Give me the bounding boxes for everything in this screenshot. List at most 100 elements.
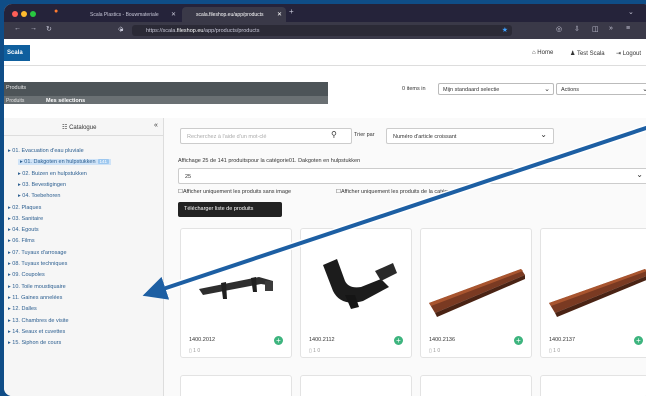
actions-dropdown[interactable]: Actions ⌄ xyxy=(556,83,646,95)
product-card[interactable] xyxy=(540,375,646,396)
close-tab-icon[interactable]: ✕ xyxy=(277,11,282,18)
sidebar-category-item[interactable]: ▸ 01. Dakgoten en hulpstukken 141 xyxy=(18,159,112,166)
close-window-icon[interactable] xyxy=(12,11,18,17)
product-card[interactable] xyxy=(180,375,292,396)
sidebar-category-label: 03. Sanitaire xyxy=(12,215,44,222)
url-domain: fileshop.eu xyxy=(176,28,204,34)
product-code: 1400.2112 xyxy=(309,337,335,343)
product-meta-value: 1 0 xyxy=(193,348,201,354)
home-link[interactable]: ⌂ Home xyxy=(532,50,553,56)
minimize-window-icon[interactable] xyxy=(21,11,27,17)
sidebar-category-label: 01. Evacuation d'eau pluviale xyxy=(12,148,84,154)
url-bar[interactable]: https://scala.fileshop.eu/app/products/p… xyxy=(132,25,512,36)
reload-icon[interactable]: ↻ xyxy=(46,25,52,33)
sidebar-category-item[interactable]: ▸ 04. Toebehoren xyxy=(18,193,60,199)
sidebar-category-label: 02. Plaques xyxy=(12,204,42,211)
app-header: Scala ⌂ Home ♟ Test Scala ⇥ Logout xyxy=(4,39,646,66)
sidebar-category-item[interactable]: ▸ 15. Siphon de cours xyxy=(8,340,61,346)
download-list-button[interactable]: Télécharger liste de produits xyxy=(178,202,282,217)
sidebar-category-item[interactable]: ▸ 10. Toile moustiquaire xyxy=(8,284,66,290)
product-image xyxy=(429,269,525,317)
sidebar-category-item[interactable]: ▸ 11. Gaines annelées xyxy=(8,295,62,301)
back-icon[interactable]: ← xyxy=(14,25,21,32)
sidebar-category-item[interactable]: ▸ 14. Seaux et cuvettes xyxy=(8,329,65,335)
document-icon: ▯ xyxy=(549,348,552,354)
sidebar-category-item[interactable]: ▸ 12. Dalles xyxy=(8,306,37,312)
selection-dropdown[interactable]: Mijn standaard selectie ⌄ xyxy=(438,83,554,95)
forward-icon[interactable]: → xyxy=(30,25,37,32)
checkbox-category[interactable]: ☐Afficher uniquement les produits de la … xyxy=(336,189,457,195)
maximize-window-icon[interactable] xyxy=(30,11,36,17)
lock-icon: 🔒︎ xyxy=(120,27,124,33)
extensions-icon[interactable]: ◫ xyxy=(592,25,599,33)
add-product-button[interactable]: + xyxy=(634,336,643,345)
product-card[interactable]: 1400.2136 ▯ 1 0 + xyxy=(420,228,532,358)
sidebar-category-item[interactable]: ▸ 03. Sanitaire xyxy=(8,216,43,222)
tab-list-icon[interactable]: ⌄ xyxy=(628,8,634,16)
product-meta: ▯ 1 0 xyxy=(549,348,560,354)
bookmark-star-icon[interactable]: ★ xyxy=(502,26,508,34)
product-meta: ▯ 1 0 xyxy=(189,348,200,354)
search-input[interactable]: Recherchez à l'aide d'un mot-clé xyxy=(180,128,352,144)
selection-value: Mijn standaard selectie xyxy=(443,87,500,93)
chevron-down-icon: ⌄ xyxy=(540,130,547,139)
breadcrumb-products[interactable]: Produits xyxy=(6,85,26,91)
sidebar-category-item[interactable]: ▸ 07. Tuyaux d'arrosage xyxy=(8,250,67,256)
breadcrumb-products-small[interactable]: Produits xyxy=(6,98,24,104)
tab-scala-plastics[interactable]: Scala Plastics - Bouwmateriale ✕ xyxy=(76,7,180,22)
new-tab-icon[interactable]: + xyxy=(289,7,294,16)
downloads-icon[interactable]: ⇩ xyxy=(574,25,580,33)
firefox-icon: ● xyxy=(54,8,59,15)
document-icon: ▯ xyxy=(429,348,432,354)
sort-dropdown[interactable]: Numéro d'article croissant ⌄ xyxy=(386,128,554,144)
sidebar-category-item[interactable]: ▸ 02. Plaques xyxy=(8,205,41,211)
add-product-button[interactable]: + xyxy=(394,336,403,345)
result-summary: Affichage 25 de 141 produitspour la caté… xyxy=(178,158,361,164)
user-link[interactable]: ♟ Test Scala xyxy=(570,50,605,57)
product-card[interactable] xyxy=(420,375,532,396)
sidebar-category-label: 04. Toebehoren xyxy=(22,193,61,200)
sidebar-category-item[interactable]: ▸ 06. Films xyxy=(8,238,35,244)
logout-link[interactable]: ⇥ Logout xyxy=(616,50,641,57)
search-placeholder: Recherchez à l'aide d'un mot-clé xyxy=(187,134,267,140)
product-meta-value: 1 0 xyxy=(433,348,441,354)
product-card[interactable] xyxy=(300,375,412,396)
tab-fileshop[interactable]: scala.fileshop.eu/app/products ✕ xyxy=(182,7,286,22)
product-area: Recherchez à l'aide d'un mot-clé ⚲ Trier… xyxy=(164,118,646,396)
sidebar-category-label: 07. Tuyaux d'arrosage xyxy=(12,249,67,256)
catalogue-title-label: Catalogue xyxy=(69,125,97,131)
sidebar-category-item[interactable]: ▸ 04. Egouts xyxy=(8,227,39,233)
browser-window: ● Scala Plastics - Bouwmateriale ✕ scala.… xyxy=(4,4,646,396)
product-card[interactable]: 1400.2137 ▯ 1 0 + xyxy=(540,228,646,358)
product-code: 1400.2012 xyxy=(189,337,215,343)
product-meta-value: 1 0 xyxy=(313,348,321,354)
add-product-button[interactable]: + xyxy=(514,336,523,345)
chevron-down-icon: ⌄ xyxy=(636,170,643,179)
home-icon: ⌂ xyxy=(532,50,536,56)
product-card[interactable]: 1400.2112 ▯ 1 0 + xyxy=(300,228,412,358)
sidebar-category-item[interactable]: ▸ 13. Chambres de visite xyxy=(8,318,69,324)
logout-label: Logout xyxy=(622,51,642,57)
scala-logo[interactable]: Scala xyxy=(4,45,30,61)
search-icon[interactable]: ⚲ xyxy=(331,130,337,139)
url-prefix: https://scala. xyxy=(146,28,177,34)
breadcrumb-selections[interactable]: Mes sélections xyxy=(46,98,85,104)
sidebar-category-item[interactable]: ▸ 01. Evacuation d'eau pluviale xyxy=(8,148,84,154)
close-tab-icon[interactable]: ✕ xyxy=(171,11,176,18)
collapse-sidebar-icon[interactable]: « xyxy=(154,122,158,129)
add-product-button[interactable]: + xyxy=(274,336,283,345)
items-count: 0 items in xyxy=(402,86,426,92)
sidebar-category-item[interactable]: ▸ 09. Coupoles xyxy=(8,272,45,278)
checkbox-no-image[interactable]: ☐Afficher uniquement les produits sans i… xyxy=(178,189,291,195)
sort-label: Trier par xyxy=(354,132,375,138)
sidebar-category-item[interactable]: ▸ 03. Bevestigingen xyxy=(18,182,66,188)
per-page-select[interactable]: 25 ⌄ xyxy=(178,168,646,184)
sidebar-category-item[interactable]: ▸ 08. Tuyaux techniques xyxy=(8,261,67,267)
actions-value: Actions xyxy=(561,87,580,93)
product-meta-value: 1 0 xyxy=(553,348,561,354)
overflow-icon[interactable]: » xyxy=(609,25,613,32)
sidebar-category-item[interactable]: ▸ 02. Buizen en hulpstukken xyxy=(18,171,87,177)
pocket-icon[interactable]: ◎ xyxy=(556,25,562,33)
menu-icon[interactable]: ≡ xyxy=(626,25,630,32)
product-card[interactable]: 1400.2012 ▯ 1 0 + xyxy=(180,228,292,358)
